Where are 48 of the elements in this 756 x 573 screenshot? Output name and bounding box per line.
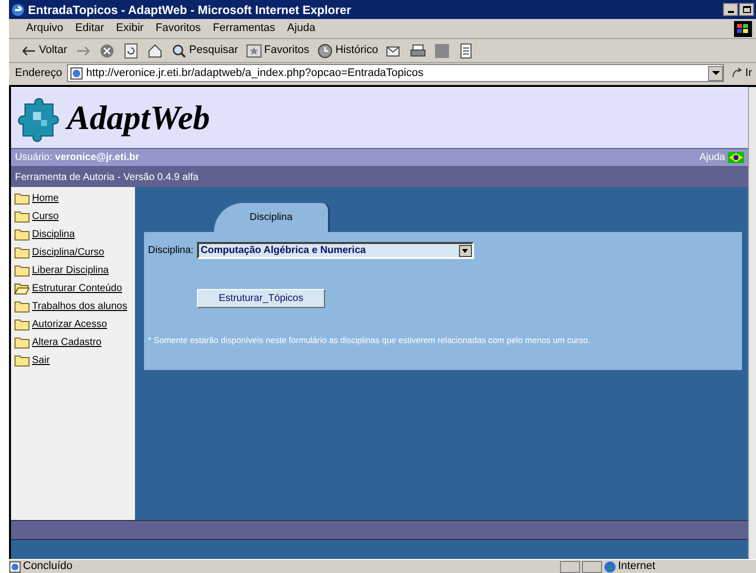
user-text: Usuário: veronice@jr.eti.br <box>15 151 140 165</box>
status-panel <box>560 560 580 572</box>
menu-item[interactable]: Arquivo <box>21 20 68 37</box>
sidebar-link[interactable]: Disciplina <box>32 227 75 242</box>
sidebar-link[interactable]: Sair <box>32 353 50 368</box>
history-icon <box>317 42 334 58</box>
window-title: EntradaTopicos - AdaptWeb - Microsoft Internet Explorer <box>28 2 352 18</box>
browser-icon <box>11 2 25 16</box>
sidebar-link[interactable]: Autorizar Acesso <box>32 317 108 332</box>
go-button[interactable]: Ir <box>727 64 756 82</box>
sidebar-link[interactable]: Curso <box>32 209 59 224</box>
discipline-select[interactable]: Computação Algébrica e Numerica <box>196 242 474 259</box>
sidebar-link[interactable]: Home <box>32 191 59 206</box>
field-label: Disciplina: <box>148 244 194 258</box>
menu-item[interactable]: Ferramentas <box>208 20 280 37</box>
structure-topics-button[interactable]: Estruturar_Tópicos <box>197 289 325 308</box>
toolbar-button[interactable]: Histórico <box>315 42 380 59</box>
logo-text: AdaptWeb <box>67 98 210 138</box>
page-icon <box>70 66 84 80</box>
toolbar-button[interactable]: Voltar <box>19 42 70 59</box>
sidebar-link[interactable]: Trabalhos dos alunos <box>32 299 128 314</box>
windows-logo-icon <box>734 20 752 36</box>
favorites-icon <box>246 42 262 58</box>
menu-item[interactable]: Favoritos <box>150 20 206 37</box>
sidebar-link[interactable]: Estruturar Conteúdo <box>32 281 122 296</box>
status-panel <box>582 560 602 572</box>
go-arrow-icon <box>731 67 744 79</box>
sidebar-link[interactable]: Disciplina/Curso <box>32 245 104 260</box>
globe-icon <box>604 560 616 572</box>
zone-text: Internet <box>618 559 656 573</box>
flag-icon <box>728 152 744 163</box>
tab[interactable]: Disciplina <box>214 203 330 232</box>
search-icon <box>171 42 188 58</box>
address-label: Endereço <box>14 66 64 81</box>
sidebar-link[interactable]: Liberar Disciplina <box>32 263 109 278</box>
menu-item[interactable]: Editar <box>70 20 110 37</box>
maximize-button[interactable] <box>739 3 754 16</box>
minimize-button[interactable] <box>723 3 738 16</box>
address-field[interactable]: http://veronice.jr.eti.br/adaptweb/a_index.php?opcao=EntradaTopicos <box>67 64 724 82</box>
sidebar-link[interactable]: Altera Cadastro <box>32 335 102 350</box>
printer-icon[interactable] <box>408 42 428 58</box>
status-text: Concluído <box>23 559 74 573</box>
note-text: * Somente estarão disponíveis neste formulário as disciplinas que estiverem relacionadas com pelo menos um curso. <box>148 334 592 347</box>
menu-item[interactable]: Exibir <box>111 20 149 37</box>
version-text: Ferramenta de Autoria - Versão 0.4.9 alfa <box>15 170 198 184</box>
menu-item[interactable]: Ajuda <box>282 20 320 37</box>
toolbar-button[interactable]: Pesquisar <box>169 42 240 59</box>
toolbar-button[interactable]: Favoritos <box>244 42 312 59</box>
